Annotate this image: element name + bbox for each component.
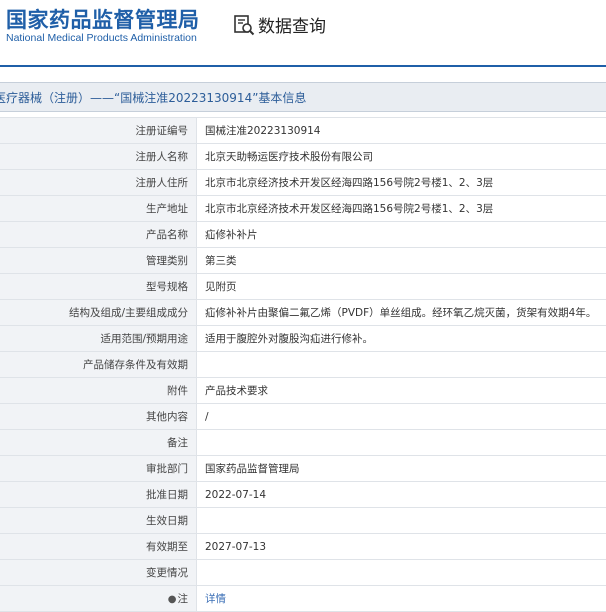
field-value: 见附页 (197, 274, 606, 300)
field-value (197, 508, 606, 534)
bullet-icon: ● (168, 594, 177, 605)
field-label: 附件 (0, 378, 197, 404)
note-value-cell: 详情 (197, 586, 606, 612)
table-row: 批准日期2022-07-14 (0, 482, 606, 508)
note-label: 注 (178, 593, 189, 605)
table-row: 附件产品技术要求 (0, 378, 606, 404)
field-value: 第三类 (197, 248, 606, 274)
field-value: 北京天助畅运医疗技术股份有限公司 (197, 144, 606, 170)
field-label: 有效期至 (0, 534, 197, 560)
site-logo-en[interactable]: National Medical Products Administration (6, 32, 197, 44)
details-link[interactable]: 详情 (205, 593, 226, 605)
table-row: 注册人住所北京市北京经济技术开发区经海四路156号院2号楼1、2、3层 (0, 170, 606, 196)
table-row: 产品储存条件及有效期 (0, 352, 606, 378)
field-label: 型号规格 (0, 274, 197, 300)
record-title: 医疗器械（注册）——“国械注准20223130914”基本信息 (0, 89, 306, 106)
table-row: 产品名称疝修补补片 (0, 222, 606, 248)
field-value (197, 560, 606, 586)
field-label: 注册证编号 (0, 118, 197, 144)
field-value: 产品技术要求 (197, 378, 606, 404)
data-query-link[interactable]: 数据查询 (233, 12, 326, 37)
device-info-table: 注册证编号国械注准20223130914注册人名称北京天助畅运医疗技术股份有限公… (0, 117, 606, 612)
data-query-label: 数据查询 (258, 12, 326, 37)
field-value: / (197, 404, 606, 430)
note-label-cell: ●注 (0, 586, 197, 612)
table-row: 适用范围/预期用途适用于腹腔外对腹股沟疝进行修补。 (0, 326, 606, 352)
field-value: 疝修补补片由聚偏二氟乙烯（PVDF）单丝组成。经环氧乙烷灭菌，货架有效期4年。 (197, 300, 606, 326)
field-label: 注册人住所 (0, 170, 197, 196)
table-row: 变更情况 (0, 560, 606, 586)
search-document-icon (233, 14, 255, 36)
table-row: 审批部门国家药品监督管理局 (0, 456, 606, 482)
field-label: 变更情况 (0, 560, 197, 586)
field-label: 备注 (0, 430, 197, 456)
field-label: 产品名称 (0, 222, 197, 248)
field-value: 疝修补补片 (197, 222, 606, 248)
record-title-bar: 医疗器械（注册）——“国械注准20223130914”基本信息 (0, 82, 606, 112)
table-row: 生效日期 (0, 508, 606, 534)
site-header: 国家药品监督管理局 National Medical Products Admi… (0, 0, 606, 64)
table-row: 管理类别第三类 (0, 248, 606, 274)
table-row: 备注 (0, 430, 606, 456)
table-row-note: ●注详情 (0, 586, 606, 612)
table-row: 型号规格见附页 (0, 274, 606, 300)
field-value: 北京市北京经济技术开发区经海四路156号院2号楼1、2、3层 (197, 170, 606, 196)
table-row: 注册证编号国械注准20223130914 (0, 118, 606, 144)
field-label: 批准日期 (0, 482, 197, 508)
field-value: 国械注准20223130914 (197, 118, 606, 144)
field-label: 审批部门 (0, 456, 197, 482)
table-row: 有效期至2027-07-13 (0, 534, 606, 560)
site-logo-cn[interactable]: 国家药品监督管理局 (6, 4, 200, 34)
table-row: 其他内容/ (0, 404, 606, 430)
field-value: 2022-07-14 (197, 482, 606, 508)
field-value (197, 430, 606, 456)
field-value: 国家药品监督管理局 (197, 456, 606, 482)
field-label: 管理类别 (0, 248, 197, 274)
field-value: 北京市北京经济技术开发区经海四路156号院2号楼1、2、3层 (197, 196, 606, 222)
table-row: 结构及组成/主要组成成分疝修补补片由聚偏二氟乙烯（PVDF）单丝组成。经环氧乙烷… (0, 300, 606, 326)
field-value (197, 352, 606, 378)
field-label: 适用范围/预期用途 (0, 326, 197, 352)
field-label: 产品储存条件及有效期 (0, 352, 197, 378)
header-divider (0, 65, 606, 67)
field-label: 注册人名称 (0, 144, 197, 170)
field-label: 生效日期 (0, 508, 197, 534)
field-value: 适用于腹腔外对腹股沟疝进行修补。 (197, 326, 606, 352)
field-label: 生产地址 (0, 196, 197, 222)
table-row: 生产地址北京市北京经济技术开发区经海四路156号院2号楼1、2、3层 (0, 196, 606, 222)
field-label: 结构及组成/主要组成成分 (0, 300, 197, 326)
table-row: 注册人名称北京天助畅运医疗技术股份有限公司 (0, 144, 606, 170)
field-value: 2027-07-13 (197, 534, 606, 560)
field-label: 其他内容 (0, 404, 197, 430)
